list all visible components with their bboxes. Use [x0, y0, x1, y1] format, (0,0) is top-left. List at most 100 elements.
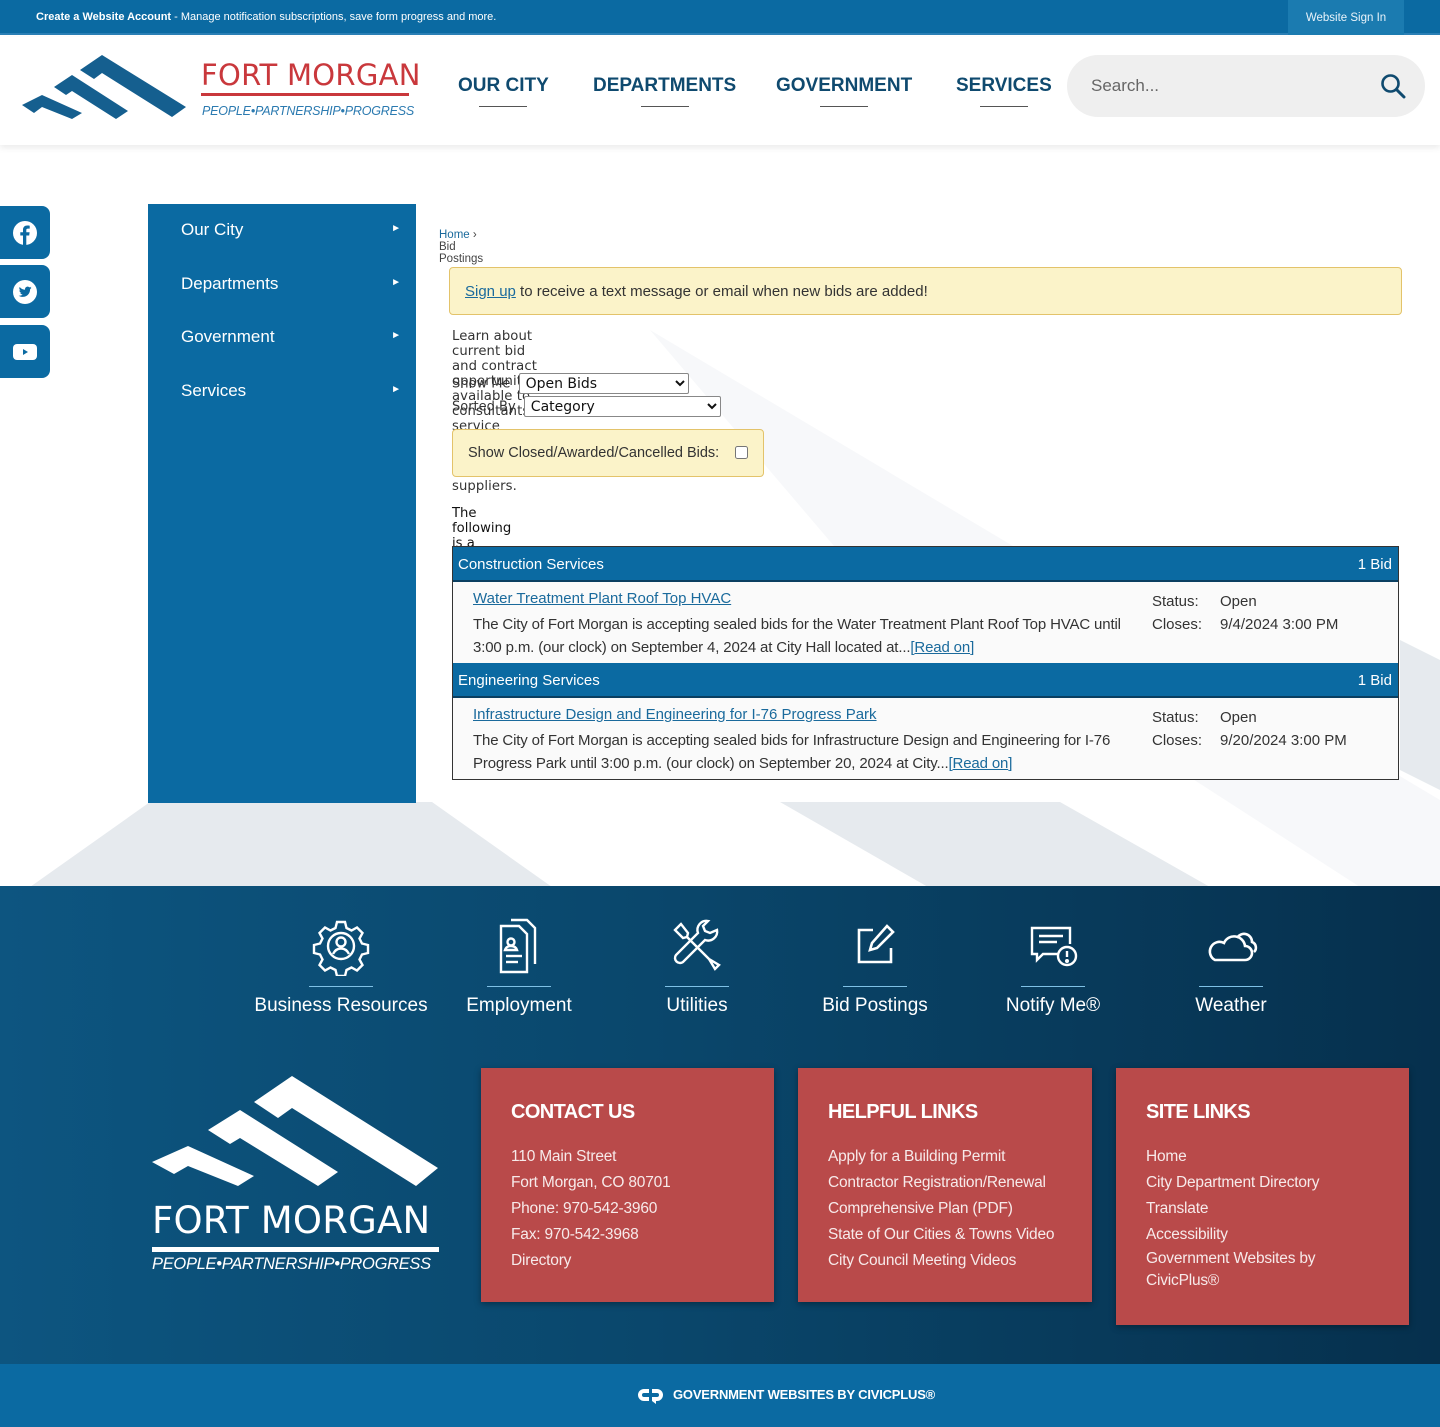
quick-link-business-resources[interactable]: Business Resources [252, 916, 430, 1017]
quick-link-label: Weather [1195, 995, 1267, 1016]
sign-up-link[interactable]: Sign up [465, 283, 516, 300]
sorted-by-select[interactable]: Category [523, 396, 721, 417]
helpful-links-heading: HELPFUL LINKS [828, 1101, 978, 1123]
breadcrumb-separator: › [472, 229, 477, 241]
category-header: Engineering Services 1 Bid [453, 663, 1398, 698]
helpful-link[interactable]: State of Our Cities & Towns Video [828, 1226, 1055, 1243]
quick-link-utilities[interactable]: Utilities [608, 916, 786, 1017]
quick-link-label: Employment [466, 995, 572, 1016]
quick-link-label: Utilities [666, 995, 728, 1016]
show-closed-bids-box: Show Closed/Awarded/Cancelled Bids: [452, 429, 764, 477]
site-link-translate[interactable]: Translate [1146, 1200, 1208, 1217]
closes-value: 9/20/2024 3:00 PM [1220, 732, 1347, 749]
contact-fax: Fax: 970-542-3968 [511, 1226, 639, 1243]
bid-title-link[interactable]: Water Treatment Plant Roof Top HVAC [473, 590, 731, 607]
helpful-link[interactable]: Comprehensive Plan (PDF) [828, 1200, 1013, 1217]
website-sign-in-button[interactable]: Website Sign In [1288, 0, 1404, 35]
quick-link-label: Bid Postings [822, 995, 928, 1016]
bid-meta: Status: Open Closes: 9/20/2024 3:00 PM [1152, 706, 1347, 752]
status-value: Open [1220, 709, 1257, 726]
show-closed-bids-checkbox[interactable] [735, 446, 748, 459]
status-label: Status: [1152, 709, 1199, 726]
contact-city: Fort Morgan, CO 80701 [511, 1174, 671, 1191]
helpful-links-box: HELPFUL LINKS Apply for a Building Permi… [798, 1068, 1092, 1302]
sidebar-item-label: Our City [181, 220, 244, 239]
twitter-icon [13, 279, 37, 304]
bid-title-link[interactable]: Infrastructure Design and Engineering fo… [473, 706, 877, 723]
bid-row: Water Treatment Plant Roof Top HVAC The … [453, 582, 1398, 663]
sidebar-item-label: Departments [181, 274, 279, 293]
site-link-directory[interactable]: City Department Directory [1146, 1174, 1319, 1191]
site-footer: Business Resources Employment Utilities … [0, 886, 1440, 1364]
sidebar-item-departments[interactable]: Departments ► [181, 274, 401, 294]
closes-label: Closes: [1152, 732, 1203, 749]
quick-link-label: Notify Me® [1005, 995, 1101, 1016]
nav-departments[interactable]: DEPARTMENTS [593, 75, 736, 97]
site-link-civicplus[interactable]: Government Websites by CivicPlus® [1146, 1250, 1316, 1289]
arrow-right-icon: ► [391, 384, 401, 395]
sorted-by-label: Sorted By [452, 399, 516, 415]
site-header: FORT MORGAN PEOPLE•PARTNERSHIP•PROGRESS … [0, 37, 1440, 145]
site-link-accessibility[interactable]: Accessibility [1146, 1226, 1228, 1243]
logo-tagline: PEOPLE•PARTNERSHIP•PROGRESS [202, 104, 414, 118]
sidebar-item-government[interactable]: Government ► [181, 327, 401, 347]
read-on-link[interactable]: [Read on] [910, 639, 974, 656]
quick-link-bid-postings[interactable]: Bid Postings [786, 916, 964, 1017]
category-name: Construction Services [458, 556, 604, 573]
status-value: Open [1220, 593, 1257, 610]
show-closed-bids-label: Show Closed/Awarded/Cancelled Bids: [468, 445, 720, 461]
signup-alert: Sign up to receive a text message or ema… [449, 267, 1402, 315]
facebook-icon [13, 220, 37, 245]
site-links-heading: SITE LINKS [1146, 1101, 1251, 1123]
civicplus-bar: GOVERNMENT WEBSITES BY CIVICPLUS® [0, 1364, 1440, 1427]
quick-link-employment[interactable]: Employment [430, 916, 608, 1017]
quick-link-notify-me[interactable]: Notify Me® [964, 916, 1142, 1017]
bid-description: The City of Fort Morgan is accepting sea… [473, 616, 1121, 656]
search-box [1067, 55, 1425, 117]
create-account-link[interactable]: Create a Website Account [36, 11, 171, 23]
category-count: 1 Bid [1357, 556, 1392, 573]
status-label: Status: [1152, 593, 1199, 610]
search-input[interactable] [1091, 73, 1361, 99]
closes-label: Closes: [1152, 616, 1203, 633]
show-me-label: Show Me [452, 376, 511, 392]
directory-link[interactable]: Directory [511, 1252, 571, 1269]
helpful-link[interactable]: Contractor Registration/Renewal [828, 1174, 1046, 1191]
account-message: Create a Website Account - Manage notifi… [36, 11, 497, 23]
logo-name: FORT MORGAN [201, 58, 421, 92]
helpful-link[interactable]: Apply for a Building Permit [828, 1148, 1005, 1165]
arrow-right-icon: ► [391, 330, 401, 341]
footer-logo[interactable]: FORT MORGAN PEOPLE•PARTNERSHIP•PROGRESS [150, 1076, 442, 1286]
civicplus-link[interactable]: GOVERNMENT WEBSITES BY CIVICPLUS® [673, 1387, 935, 1402]
arrow-right-icon: ► [391, 223, 401, 234]
nav-government[interactable]: GOVERNMENT [776, 75, 912, 97]
read-on-link[interactable]: [Read on] [949, 755, 1013, 772]
youtube-icon [13, 343, 37, 360]
show-me-select[interactable]: Open Bids [518, 373, 689, 394]
twitter-button[interactable] [0, 265, 50, 318]
category-name: Engineering Services [458, 672, 600, 689]
search-icon[interactable] [1380, 73, 1406, 99]
sidebar-item-label: Government [181, 327, 275, 346]
category-header: Construction Services 1 Bid [453, 547, 1398, 582]
top-utility-bar: Create a Website Account - Manage notifi… [0, 0, 1440, 35]
nav-services[interactable]: SERVICES [956, 75, 1052, 97]
helpful-link[interactable]: City Council Meeting Videos [828, 1252, 1016, 1269]
sidebar-item-services[interactable]: Services ► [181, 381, 401, 401]
cloud-icon [1208, 932, 1258, 962]
bid-listing-table: Construction Services 1 Bid Water Treatm… [452, 546, 1399, 780]
contact-phone: Phone: 970-542-3960 [511, 1200, 658, 1217]
bid-row: Infrastructure Design and Engineering fo… [453, 698, 1398, 779]
facebook-button[interactable] [0, 206, 50, 259]
breadcrumb-home[interactable]: Home [439, 229, 470, 241]
tools-icon [673, 919, 721, 971]
alert-text: to receive a text message or email when … [515, 283, 928, 300]
site-link-home[interactable]: Home [1146, 1148, 1187, 1165]
nav-our-city[interactable]: OUR CITY [458, 75, 549, 97]
youtube-button[interactable] [0, 325, 50, 378]
category-count: 1 Bid [1357, 672, 1392, 689]
quick-link-label: Business Resources [254, 995, 428, 1016]
quick-link-weather[interactable]: Weather [1142, 916, 1320, 1017]
sidebar-item-our-city[interactable]: Our City ► [181, 220, 401, 240]
contact-us-box: CONTACT US 110 Main Street Fort Morgan, … [481, 1068, 774, 1302]
